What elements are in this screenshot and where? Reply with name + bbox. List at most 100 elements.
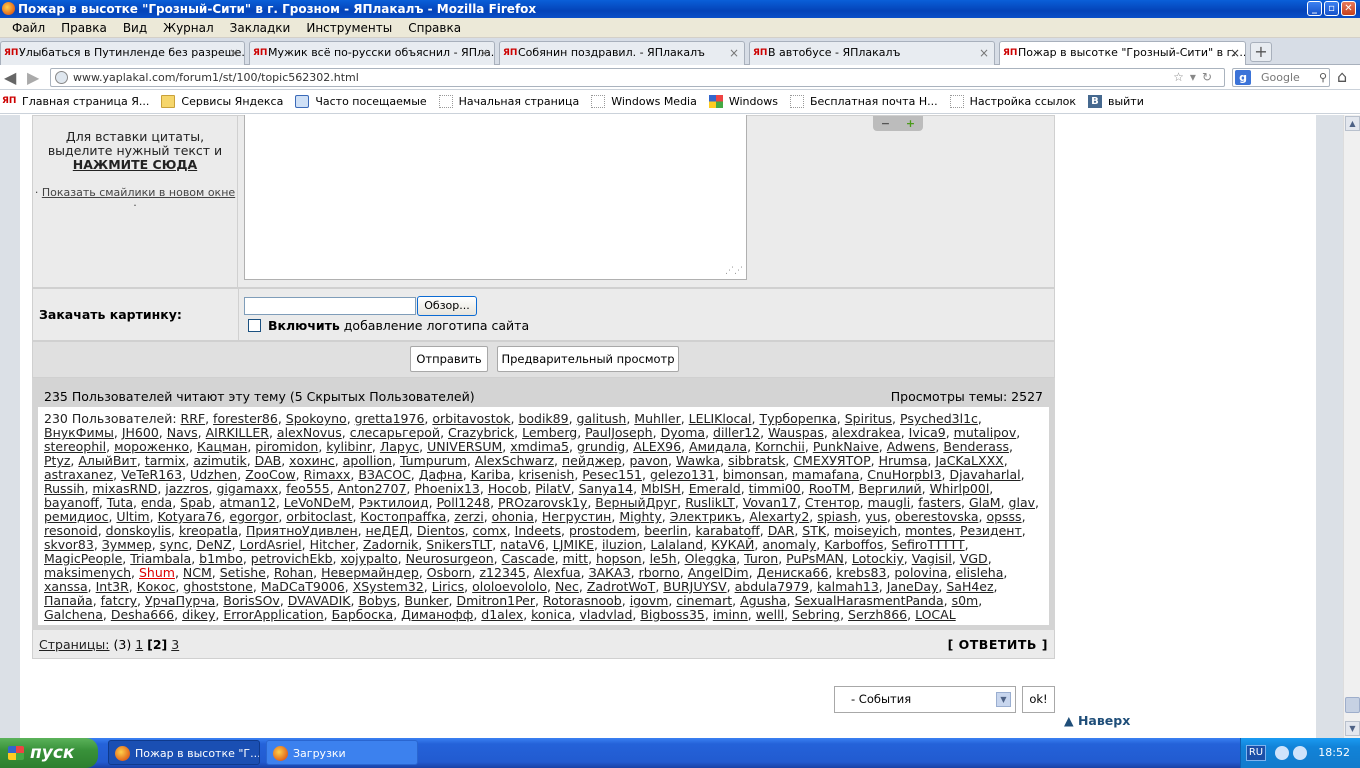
user-link[interactable]: Triambala [130, 551, 191, 566]
user-link[interactable]: Hocob [488, 481, 528, 496]
file-path-input[interactable] [244, 297, 416, 315]
user-link[interactable]: BorisSOv [223, 593, 280, 608]
forward-arrow-icon[interactable]: ▶ [27, 68, 39, 87]
user-link[interactable]: prostodem [569, 523, 636, 538]
user-link[interactable]: Serzh866 [848, 607, 907, 622]
user-link[interactable]: sibbratsk [728, 453, 785, 468]
user-link[interactable]: Pesec151 [582, 467, 642, 482]
user-link[interactable]: Tumpurum [400, 453, 467, 468]
user-link[interactable]: dikey [182, 607, 215, 622]
user-link[interactable]: UNIVERSUM [427, 439, 502, 454]
user-link[interactable]: enda [141, 495, 172, 510]
user-link[interactable]: krebs83 [836, 565, 886, 580]
user-link[interactable]: abdula7979 [735, 579, 809, 594]
user-link[interactable]: Osborn [427, 565, 472, 580]
user-link[interactable]: неДЕД [366, 523, 409, 538]
user-link[interactable]: Kariba [471, 467, 511, 482]
user-link[interactable]: ZadrotWoT [587, 579, 655, 594]
user-link[interactable]: le5h [650, 551, 677, 566]
user-link[interactable]: ErrorApplication [223, 607, 323, 622]
back-to-top-link[interactable]: ▲ Наверх [1064, 713, 1130, 728]
user-link[interactable]: gretta1976 [355, 411, 425, 426]
user-link[interactable]: Russih [44, 481, 84, 496]
back-arrow-icon[interactable]: ◀ [4, 68, 16, 87]
reply-link[interactable]: [ ОТВЕТИТЬ ] [948, 630, 1048, 659]
user-link[interactable]: DeNZ [196, 537, 231, 552]
user-link[interactable]: Папайа [44, 593, 93, 608]
user-link[interactable]: ПриятноУдивлен [246, 523, 358, 538]
user-link[interactable]: MagicPeople [44, 551, 122, 566]
user-link[interactable]: Ultim [116, 509, 149, 524]
menu-bookmarks[interactable]: Закладки [222, 21, 299, 35]
user-link[interactable]: Cascade [502, 551, 555, 566]
user-link[interactable]: Karboffos [824, 537, 883, 552]
user-link[interactable]: Lalaland [650, 537, 703, 552]
user-link[interactable]: vladvlad [579, 607, 632, 622]
user-link[interactable]: АлыйВит [78, 453, 137, 468]
user-link[interactable]: azimutik [193, 453, 246, 468]
scroll-down-icon[interactable]: ▼ [1345, 721, 1360, 736]
user-link[interactable]: Дениска66 [757, 565, 829, 580]
user-link[interactable]: Wawka [676, 453, 720, 468]
user-link[interactable]: iminn [713, 607, 748, 622]
user-link[interactable]: Int3R [96, 579, 129, 594]
user-link[interactable]: Электрикъ [670, 509, 742, 524]
user-link[interactable]: montes [905, 523, 952, 538]
user-link[interactable]: alexNovus [277, 425, 342, 440]
user-link[interactable]: STK [802, 523, 826, 538]
minimize-button[interactable]: _ [1307, 1, 1322, 16]
user-link[interactable]: Poll1248 [437, 495, 491, 510]
user-link[interactable]: NCM [183, 565, 212, 580]
user-link[interactable]: skvor83 [44, 537, 94, 552]
taskbar-item-firefox[interactable]: Пожар в высотке "Г... [108, 740, 260, 765]
user-link[interactable]: xmdima5 [510, 439, 569, 454]
close-tab-icon[interactable]: × [729, 42, 739, 64]
user-link[interactable]: karabatoff [696, 523, 760, 538]
user-link[interactable]: SnikersTLT [426, 537, 492, 552]
user-link[interactable]: ремидиос [44, 509, 108, 524]
bookmark-most-visited[interactable]: Часто посещаемые [295, 95, 427, 108]
user-link[interactable]: forester86 [213, 411, 278, 426]
user-link[interactable]: Резидент [960, 523, 1022, 538]
user-link[interactable]: feo555 [286, 481, 330, 496]
maximize-button[interactable]: ▫ [1324, 1, 1339, 16]
user-link[interactable]: Rotorasnoob [543, 593, 622, 608]
user-link[interactable]: XSystem32 [353, 579, 424, 594]
user-link[interactable]: b1mbo [199, 551, 243, 566]
user-link[interactable]: ВерныйДруг [595, 495, 677, 510]
user-link[interactable]: Стентор [805, 495, 860, 510]
user-link[interactable]: piromidon [255, 439, 318, 454]
user-link[interactable]: Hitcher [310, 537, 355, 552]
network-icon[interactable] [1293, 746, 1307, 760]
new-tab-button[interactable]: + [1250, 42, 1272, 62]
user-link[interactable]: Зуммер [102, 537, 152, 552]
shrink-icon[interactable]: − [881, 116, 890, 131]
bookmark-windows[interactable]: Windows [708, 95, 778, 108]
bookmark-free-mail[interactable]: Бесплатная почта Н... [789, 95, 938, 108]
user-link[interactable]: maksimenych [44, 565, 131, 580]
user-link[interactable]: Udzhen [190, 467, 237, 482]
user-link[interactable]: RuslikLT [685, 495, 735, 510]
user-link[interactable]: jazzros [165, 481, 208, 496]
user-link[interactable]: Диманофф [401, 607, 473, 622]
bookmark-logout[interactable]: Ввыйти [1087, 95, 1144, 108]
user-link[interactable]: PROzarovsk1y [498, 495, 587, 510]
user-link[interactable]: SaH4ez [946, 579, 993, 594]
user-link[interactable]: Bigboss35 [640, 607, 705, 622]
user-link[interactable]: Dientos [417, 523, 465, 538]
user-link[interactable]: ВнукФимы [44, 425, 114, 440]
close-tab-icon[interactable]: × [1230, 42, 1240, 64]
bookmark-yandex-home[interactable]: ЯП Главная страница Я... [2, 95, 149, 108]
user-link[interactable]: d1alex [481, 607, 523, 622]
user-link[interactable]: donskoylis [106, 523, 171, 538]
user-link[interactable]: gigamaxx [217, 481, 279, 496]
page-3-link[interactable]: 3 [171, 637, 179, 652]
tray-arrow-icon[interactable] [1275, 746, 1289, 760]
user-link[interactable]: Oleggka [685, 551, 737, 566]
user-link[interactable]: fatcry [101, 593, 137, 608]
menu-view[interactable]: Вид [115, 21, 155, 35]
user-link[interactable]: Phoenix13 [414, 481, 480, 496]
user-link[interactable]: Rimaxx [304, 467, 351, 482]
user-link[interactable]: VGD [960, 551, 988, 566]
quote-click-link[interactable]: НАЖМИТЕ СЮДА [33, 158, 237, 172]
